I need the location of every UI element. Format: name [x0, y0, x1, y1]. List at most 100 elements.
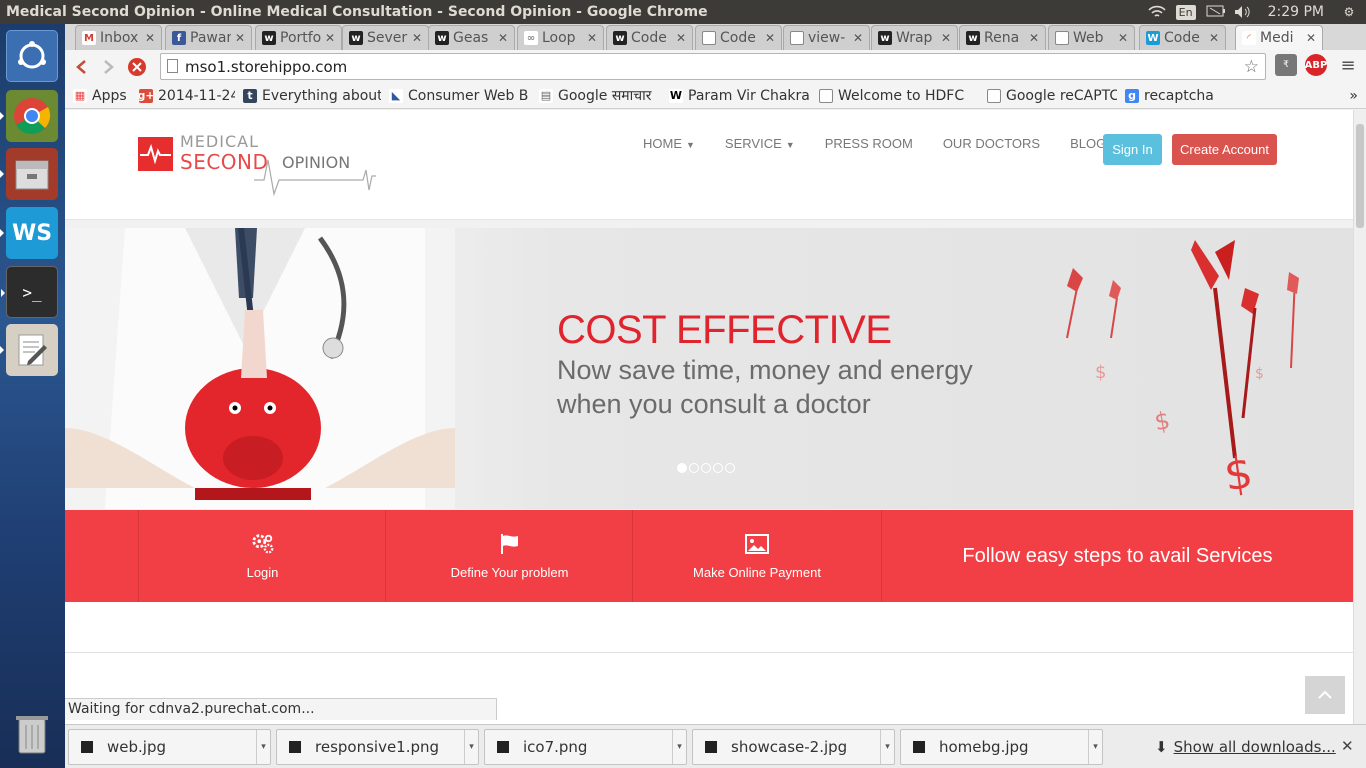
download-item[interactable]: web.jpg ▾ — [68, 729, 271, 765]
nav-item[interactable]: OUR DOCTORS — [943, 136, 1040, 151]
close-tab-icon[interactable]: ✕ — [145, 31, 155, 45]
close-tab-icon[interactable]: ✕ — [1209, 31, 1219, 45]
scroll-to-top-button[interactable] — [1305, 676, 1345, 714]
trash-icon[interactable] — [6, 708, 58, 760]
address-bar[interactable]: mso1.storehippo.com ☆ — [160, 53, 1266, 80]
clock[interactable]: 2:29 PM — [1262, 4, 1330, 20]
bookmark-item[interactable]: ◣ Consumer Web B — [389, 88, 531, 104]
download-item[interactable]: homebg.jpg ▾ — [900, 729, 1103, 765]
nav-item[interactable]: PRESS ROOM — [825, 136, 913, 151]
svg-text:$: $ — [1152, 406, 1172, 436]
text-editor-icon[interactable] — [0, 324, 58, 376]
stop-button[interactable] — [125, 55, 149, 79]
site-logo[interactable]: MEDICAL SECOND OPINION — [138, 132, 378, 202]
create-account-button[interactable]: Create Account — [1172, 134, 1277, 165]
tab-title: Rena — [984, 30, 1020, 46]
bookmark-label: recaptcha — [1144, 87, 1214, 104]
download-menu-icon[interactable]: ▾ — [1088, 730, 1102, 764]
wifi-icon[interactable] — [1148, 5, 1166, 19]
bookmark-item[interactable]: t Everything about — [243, 88, 381, 104]
browser-tab[interactable]: ∞ Loop ✕ — [517, 25, 604, 50]
close-tab-icon[interactable]: ✕ — [587, 31, 597, 45]
webstorm-icon[interactable]: WS — [0, 207, 58, 259]
close-tab-icon[interactable]: ✕ — [1306, 31, 1316, 45]
download-item[interactable]: showcase-2.jpg ▾ — [692, 729, 895, 765]
nav-item[interactable]: SERVICE ▼ — [725, 136, 795, 151]
show-all-downloads-label: Show all downloads... — [1173, 738, 1336, 756]
bookmark-item[interactable]: W Param Vir Chakra — [669, 88, 811, 104]
browser-tab[interactable]: w Geas ✕ — [428, 25, 515, 50]
back-button[interactable] — [69, 55, 93, 79]
browser-tab[interactable]: w Portfo ✕ — [255, 25, 342, 50]
bookmark-item[interactable]: g recaptcha — [1125, 88, 1221, 104]
close-downloads-bar-icon[interactable]: ✕ — [1341, 737, 1354, 755]
browser-tab[interactable]: w Wrap ✕ — [871, 25, 958, 50]
browser-tab[interactable]: w Severa ✕ — [342, 25, 429, 50]
close-tab-icon[interactable]: ✕ — [498, 31, 508, 45]
close-tab-icon[interactable]: ✕ — [941, 31, 951, 45]
w-icon: w — [966, 31, 980, 45]
close-tab-icon[interactable]: ✕ — [1029, 31, 1039, 45]
battery-icon[interactable] — [1206, 5, 1225, 19]
svg-text:$: $ — [1095, 362, 1106, 383]
gear-icon[interactable]: ⚙ — [1340, 5, 1358, 19]
download-menu-icon[interactable]: ▾ — [256, 730, 270, 764]
download-menu-icon[interactable]: ▾ — [464, 730, 478, 764]
slider-dot[interactable] — [713, 463, 723, 473]
extension-icon[interactable]: ₹ — [1275, 54, 1297, 76]
download-menu-icon[interactable]: ▾ — [880, 730, 894, 764]
bookmarks-overflow-icon[interactable]: » — [1349, 88, 1358, 104]
bookmark-item[interactable]: Google reCAPTCH — [987, 88, 1117, 104]
page-scrollbar[interactable] — [1353, 110, 1366, 724]
show-all-downloads-link[interactable]: ⬇ Show all downloads... — [1155, 738, 1336, 756]
bookmark-item[interactable]: Welcome to HDFC — [819, 88, 979, 104]
slider-dot[interactable] — [677, 463, 687, 473]
close-tab-icon[interactable]: ✕ — [765, 31, 775, 45]
step-login[interactable]: Login — [138, 510, 386, 602]
close-tab-icon[interactable]: ✕ — [235, 31, 245, 45]
chrome-icon[interactable] — [0, 90, 58, 142]
bookmark-item[interactable]: g+ 2014-11-24 — [139, 88, 235, 104]
chrome-menu-icon[interactable]: ≡ — [1337, 54, 1359, 76]
download-menu-icon[interactable]: ▾ — [672, 730, 686, 764]
bookmark-item[interactable]: ▤ Google समाचार — [539, 86, 661, 105]
close-tab-icon[interactable]: ✕ — [1118, 31, 1128, 45]
step-payment[interactable]: Make Online Payment — [632, 510, 881, 602]
bookmark-star-icon[interactable]: ☆ — [1244, 57, 1259, 77]
keyboard-layout-indicator[interactable]: En — [1175, 4, 1196, 20]
browser-tab[interactable]: f Pawan ✕ — [165, 25, 252, 50]
hero-subtext: Now save time, money and energy when you… — [557, 355, 973, 419]
browser-tab[interactable]: w Code ✕ — [606, 25, 693, 50]
slider-dot[interactable] — [725, 463, 735, 473]
bookmark-item[interactable]: ▦ Apps — [73, 88, 131, 104]
browser-tab[interactable]: M Inbox ✕ — [75, 25, 162, 50]
download-item[interactable]: ico7.png ▾ — [484, 729, 687, 765]
forward-button[interactable] — [97, 55, 121, 79]
close-tab-icon[interactable]: ✕ — [412, 31, 422, 45]
volume-icon[interactable] — [1234, 5, 1252, 19]
sign-in-button[interactable]: Sign In — [1103, 134, 1162, 165]
step-define-problem[interactable]: Define Your problem — [385, 510, 633, 602]
files-icon[interactable] — [0, 148, 58, 200]
url-text[interactable]: mso1.storehippo.com — [185, 58, 347, 76]
browser-tab[interactable]: Web ✕ — [1048, 25, 1135, 50]
slider-dot[interactable] — [689, 463, 699, 473]
close-tab-icon[interactable]: ✕ — [325, 31, 335, 45]
nav-item[interactable]: HOME ▼ — [643, 136, 695, 151]
page-icon — [167, 59, 178, 73]
terminal-icon[interactable]: >_ — [1, 266, 58, 318]
browser-tab[interactable]: ◜ Medi ✕ — [1235, 25, 1323, 50]
tab-title: Code — [1164, 30, 1200, 46]
browser-tab[interactable]: W Code ✕ — [1139, 25, 1226, 50]
browser-tab[interactable]: view- ✕ — [783, 25, 870, 50]
download-item[interactable]: responsive1.png ▾ — [276, 729, 479, 765]
browser-tab[interactable]: Code ✕ — [695, 25, 782, 50]
ubuntu-dash-icon[interactable] — [6, 30, 58, 82]
slider-dot[interactable] — [701, 463, 711, 473]
browser-tab[interactable]: w Rena ✕ — [959, 25, 1046, 50]
adblock-plus-icon[interactable]: ABP — [1305, 54, 1327, 76]
nav-item[interactable]: BLOG — [1070, 136, 1106, 151]
close-tab-icon[interactable]: ✕ — [676, 31, 686, 45]
close-tab-icon[interactable]: ✕ — [853, 31, 863, 45]
scrollbar-thumb[interactable] — [1356, 124, 1364, 228]
